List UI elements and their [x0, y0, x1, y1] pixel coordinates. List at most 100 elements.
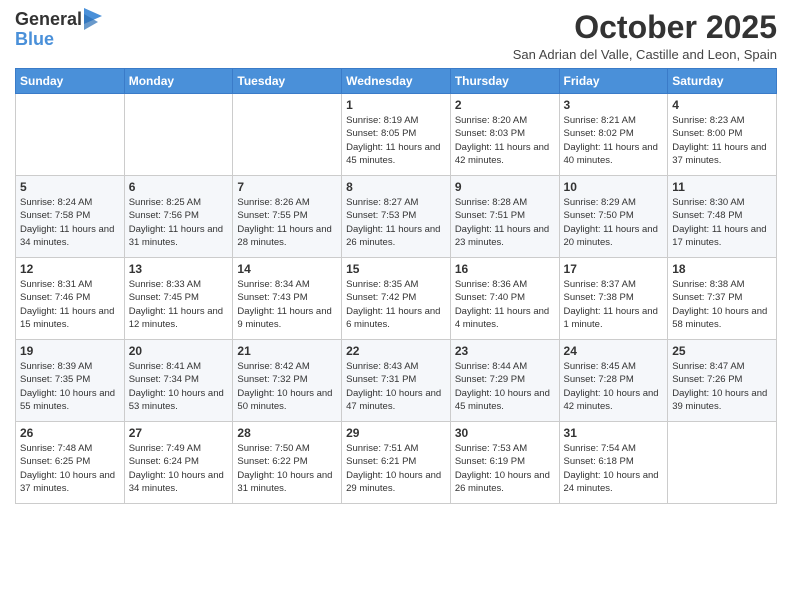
- day-number: 21: [237, 344, 337, 358]
- sunrise: Sunrise: 8:19 AM: [346, 115, 418, 126]
- sunrise: Sunrise: 8:38 AM: [672, 279, 744, 290]
- sunrise: Sunrise: 8:30 AM: [672, 197, 744, 208]
- day-info: Sunrise: 8:38 AM Sunset: 7:37 PM Dayligh…: [672, 278, 772, 331]
- day-number: 10: [564, 180, 664, 194]
- sunset: Sunset: 8:03 PM: [455, 128, 525, 139]
- sunset: Sunset: 7:48 PM: [672, 210, 742, 221]
- sunrise: Sunrise: 7:48 AM: [20, 443, 92, 454]
- sunrise: Sunrise: 8:47 AM: [672, 361, 744, 372]
- week-row-1: 5 Sunrise: 8:24 AM Sunset: 7:58 PM Dayli…: [16, 176, 777, 258]
- day-info: Sunrise: 7:48 AM Sunset: 6:25 PM Dayligh…: [20, 442, 120, 495]
- calendar-cell: 22 Sunrise: 8:43 AM Sunset: 7:31 PM Dayl…: [342, 340, 451, 422]
- sunrise: Sunrise: 8:41 AM: [129, 361, 201, 372]
- daylight: Daylight: 10 hours and 53 minutes.: [129, 388, 224, 412]
- day-info: Sunrise: 8:31 AM Sunset: 7:46 PM Dayligh…: [20, 278, 120, 331]
- daylight: Daylight: 11 hours and 1 minute.: [564, 306, 658, 330]
- day-info: Sunrise: 8:39 AM Sunset: 7:35 PM Dayligh…: [20, 360, 120, 413]
- day-number: 15: [346, 262, 446, 276]
- day-info: Sunrise: 8:27 AM Sunset: 7:53 PM Dayligh…: [346, 196, 446, 249]
- calendar-cell: 8 Sunrise: 8:27 AM Sunset: 7:53 PM Dayli…: [342, 176, 451, 258]
- daylight: Daylight: 11 hours and 4 minutes.: [455, 306, 549, 330]
- day-number: 25: [672, 344, 772, 358]
- title-block: October 2025 San Adrian del Valle, Casti…: [513, 10, 777, 62]
- logo-text-general: General: [15, 10, 82, 30]
- sunrise: Sunrise: 7:51 AM: [346, 443, 418, 454]
- calendar-cell: 2 Sunrise: 8:20 AM Sunset: 8:03 PM Dayli…: [450, 94, 559, 176]
- day-info: Sunrise: 8:23 AM Sunset: 8:00 PM Dayligh…: [672, 114, 772, 167]
- sunrise: Sunrise: 8:25 AM: [129, 197, 201, 208]
- day-info: Sunrise: 8:45 AM Sunset: 7:28 PM Dayligh…: [564, 360, 664, 413]
- calendar-cell: 11 Sunrise: 8:30 AM Sunset: 7:48 PM Dayl…: [668, 176, 777, 258]
- calendar-cell: 26 Sunrise: 7:48 AM Sunset: 6:25 PM Dayl…: [16, 422, 125, 504]
- daylight: Daylight: 11 hours and 9 minutes.: [237, 306, 331, 330]
- sunrise: Sunrise: 8:36 AM: [455, 279, 527, 290]
- day-number: 9: [455, 180, 555, 194]
- calendar-cell: 16 Sunrise: 8:36 AM Sunset: 7:40 PM Dayl…: [450, 258, 559, 340]
- week-row-0: 1 Sunrise: 8:19 AM Sunset: 8:05 PM Dayli…: [16, 94, 777, 176]
- sunrise: Sunrise: 8:24 AM: [20, 197, 92, 208]
- logo-text-blue: Blue: [15, 30, 102, 50]
- col-tuesday: Tuesday: [233, 69, 342, 94]
- day-number: 18: [672, 262, 772, 276]
- day-number: 17: [564, 262, 664, 276]
- day-number: 1: [346, 98, 446, 112]
- day-number: 13: [129, 262, 229, 276]
- sunrise: Sunrise: 8:42 AM: [237, 361, 309, 372]
- daylight: Daylight: 11 hours and 20 minutes.: [564, 224, 658, 248]
- day-number: 19: [20, 344, 120, 358]
- daylight: Daylight: 11 hours and 37 minutes.: [672, 142, 766, 166]
- sunrise: Sunrise: 8:45 AM: [564, 361, 636, 372]
- daylight: Daylight: 10 hours and 47 minutes.: [346, 388, 441, 412]
- sunset: Sunset: 8:02 PM: [564, 128, 634, 139]
- calendar-cell: 13 Sunrise: 8:33 AM Sunset: 7:45 PM Dayl…: [124, 258, 233, 340]
- calendar-cell: 18 Sunrise: 8:38 AM Sunset: 7:37 PM Dayl…: [668, 258, 777, 340]
- sunrise: Sunrise: 8:37 AM: [564, 279, 636, 290]
- day-number: 31: [564, 426, 664, 440]
- day-info: Sunrise: 7:54 AM Sunset: 6:18 PM Dayligh…: [564, 442, 664, 495]
- daylight: Daylight: 11 hours and 17 minutes.: [672, 224, 766, 248]
- daylight: Daylight: 10 hours and 26 minutes.: [455, 470, 550, 494]
- page: General Blue October 2025 San Adrian del…: [0, 0, 792, 612]
- sunrise: Sunrise: 7:53 AM: [455, 443, 527, 454]
- daylight: Daylight: 11 hours and 23 minutes.: [455, 224, 549, 248]
- day-number: 30: [455, 426, 555, 440]
- col-wednesday: Wednesday: [342, 69, 451, 94]
- sunrise: Sunrise: 8:23 AM: [672, 115, 744, 126]
- daylight: Daylight: 11 hours and 40 minutes.: [564, 142, 658, 166]
- day-info: Sunrise: 8:35 AM Sunset: 7:42 PM Dayligh…: [346, 278, 446, 331]
- sunset: Sunset: 6:18 PM: [564, 456, 634, 467]
- calendar-cell: 14 Sunrise: 8:34 AM Sunset: 7:43 PM Dayl…: [233, 258, 342, 340]
- sunrise: Sunrise: 8:28 AM: [455, 197, 527, 208]
- calendar-cell: 3 Sunrise: 8:21 AM Sunset: 8:02 PM Dayli…: [559, 94, 668, 176]
- sunrise: Sunrise: 8:29 AM: [564, 197, 636, 208]
- day-number: 5: [20, 180, 120, 194]
- day-info: Sunrise: 8:42 AM Sunset: 7:32 PM Dayligh…: [237, 360, 337, 413]
- calendar-cell: [16, 94, 125, 176]
- calendar-cell: 30 Sunrise: 7:53 AM Sunset: 6:19 PM Dayl…: [450, 422, 559, 504]
- subtitle: San Adrian del Valle, Castille and Leon,…: [513, 47, 777, 62]
- day-info: Sunrise: 8:19 AM Sunset: 8:05 PM Dayligh…: [346, 114, 446, 167]
- sunset: Sunset: 7:34 PM: [129, 374, 199, 385]
- calendar-cell: 4 Sunrise: 8:23 AM Sunset: 8:00 PM Dayli…: [668, 94, 777, 176]
- daylight: Daylight: 11 hours and 28 minutes.: [237, 224, 331, 248]
- calendar-cell: 1 Sunrise: 8:19 AM Sunset: 8:05 PM Dayli…: [342, 94, 451, 176]
- day-number: 2: [455, 98, 555, 112]
- sunset: Sunset: 7:26 PM: [672, 374, 742, 385]
- daylight: Daylight: 10 hours and 39 minutes.: [672, 388, 767, 412]
- daylight: Daylight: 10 hours and 58 minutes.: [672, 306, 767, 330]
- sunset: Sunset: 7:46 PM: [20, 292, 90, 303]
- calendar-cell: 29 Sunrise: 7:51 AM Sunset: 6:21 PM Dayl…: [342, 422, 451, 504]
- day-number: 20: [129, 344, 229, 358]
- day-number: 3: [564, 98, 664, 112]
- sunset: Sunset: 7:53 PM: [346, 210, 416, 221]
- day-number: 7: [237, 180, 337, 194]
- day-info: Sunrise: 7:50 AM Sunset: 6:22 PM Dayligh…: [237, 442, 337, 495]
- calendar-cell: [668, 422, 777, 504]
- sunset: Sunset: 6:25 PM: [20, 456, 90, 467]
- calendar-cell: 5 Sunrise: 8:24 AM Sunset: 7:58 PM Dayli…: [16, 176, 125, 258]
- day-info: Sunrise: 8:21 AM Sunset: 8:02 PM Dayligh…: [564, 114, 664, 167]
- day-info: Sunrise: 8:41 AM Sunset: 7:34 PM Dayligh…: [129, 360, 229, 413]
- week-row-3: 19 Sunrise: 8:39 AM Sunset: 7:35 PM Dayl…: [16, 340, 777, 422]
- sunrise: Sunrise: 8:27 AM: [346, 197, 418, 208]
- header: General Blue October 2025 San Adrian del…: [15, 10, 777, 62]
